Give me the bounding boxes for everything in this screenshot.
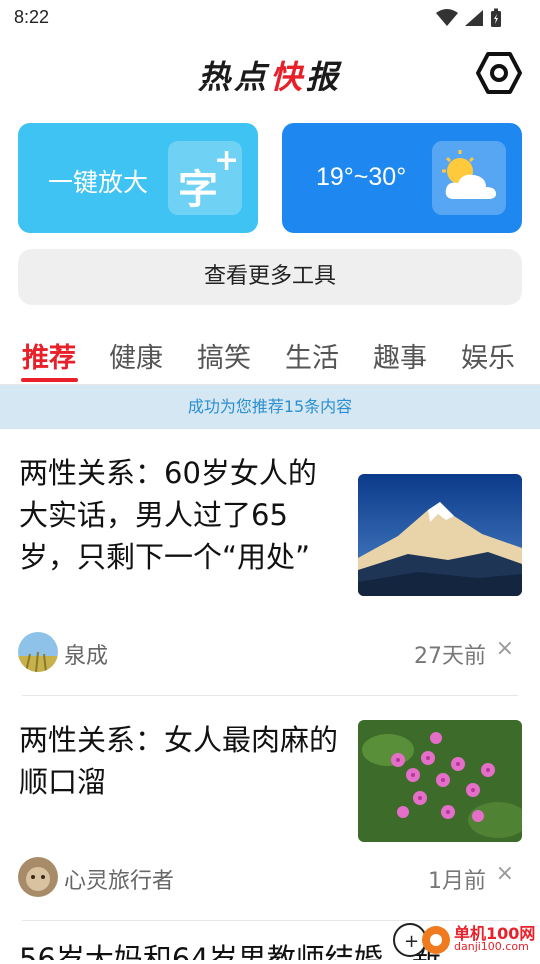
font-size-icon: 字 + [168, 141, 242, 215]
font-size-plus: + [214, 143, 240, 178]
tab-interesting[interactable]: 趣事 [373, 336, 427, 375]
dismiss-button[interactable]: × [496, 861, 514, 886]
author-name[interactable]: 心灵旅行者 [64, 863, 174, 895]
author-avatar[interactable] [18, 632, 58, 672]
font-size-char: 字 [178, 167, 218, 213]
tab-health[interactable]: 健康 [109, 336, 163, 375]
status-icons [436, 8, 502, 28]
news-thumbnail-flowers[interactable] [358, 720, 522, 842]
tab-funny[interactable]: 搞笑 [197, 336, 251, 375]
tab-recommend[interactable]: 推荐 [22, 336, 76, 375]
news-item[interactable]: 两性关系：60岁女人的大实话，男人过了65岁，只剩下一个“用处” 泉成 27天前 [0, 450, 540, 690]
publish-time: 1月前 [428, 869, 486, 894]
app-header: 热点快报 [0, 44, 540, 100]
author-name[interactable]: 泉成 [64, 638, 108, 670]
weather-card[interactable]: 19°~30° [282, 123, 522, 233]
news-thumbnail-mountain[interactable] [358, 474, 522, 596]
more-tools-button[interactable]: 查看更多工具 [18, 249, 522, 305]
author-avatar[interactable] [18, 857, 58, 897]
news-meta: 心灵旅行者 1月前 × [18, 857, 518, 897]
category-tabs: 推荐 健康 搞笑 生活 趣事 娱乐 [0, 330, 540, 384]
zoom-tool-card[interactable]: 一键放大 字 + [18, 123, 258, 233]
watermark-url: danji100.com [454, 940, 529, 953]
battery-icon [491, 8, 501, 27]
wifi-icon [436, 9, 458, 26]
settings-button[interactable] [476, 50, 522, 96]
svg-text:+: + [404, 931, 419, 952]
app-title-part2: 快 [269, 58, 306, 96]
app-title-part3: 报 [306, 58, 343, 96]
news-meta: 泉成 27天前 × [18, 632, 518, 672]
list-divider [22, 695, 518, 696]
news-title[interactable]: 两性关系：女人最肉麻的顺口溜 [19, 719, 339, 803]
watermark-logo: + 单机100网 danji100.com [392, 918, 540, 960]
active-tab-indicator [21, 378, 78, 382]
app-title-part1: 热点 [197, 58, 270, 96]
app-title: 热点快报 [0, 52, 540, 98]
weather-temp: 19°~30° [316, 163, 407, 191]
tab-entertainment[interactable]: 娱乐 [461, 336, 515, 375]
status-bar: 8:22 [0, 0, 540, 36]
news-item[interactable]: 两性关系：女人最肉麻的顺口溜 心灵旅行者 1月前 × [0, 717, 540, 917]
publish-time: 27天前 [414, 644, 486, 669]
zoom-tool-label: 一键放大 [48, 168, 149, 197]
recommend-banner: 成功为您推荐15条内容 [0, 385, 540, 429]
news-title[interactable]: 两性关系：60岁女人的大实话，男人过了65岁，只剩下一个“用处” [19, 452, 339, 578]
status-time: 8:22 [14, 7, 50, 27]
tab-life[interactable]: 生活 [285, 336, 339, 375]
partly-cloudy-icon [432, 141, 506, 215]
dismiss-button[interactable]: × [496, 636, 514, 661]
gear-icon [476, 52, 522, 94]
signal-icon [465, 10, 483, 26]
